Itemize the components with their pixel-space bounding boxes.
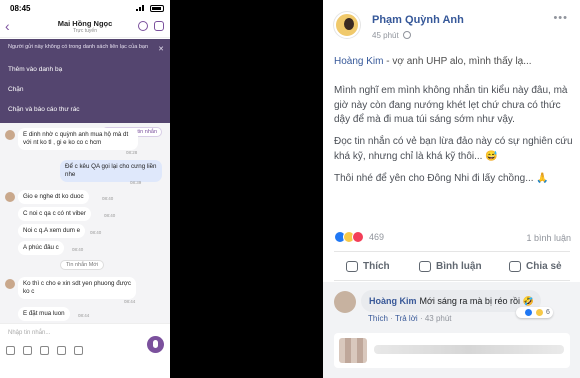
post-paragraph: Đọc tin nhắn có vẻ bạn lừa đảo này có sự… xyxy=(334,136,573,162)
commenter-name[interactable]: Hoàng Kim xyxy=(369,296,417,306)
commenter-avatar[interactable] xyxy=(334,291,356,313)
status-bar: 08:45 xyxy=(0,0,170,16)
comment-meta: Thích · Trả lời · 43 phút xyxy=(368,314,452,323)
blurred-next-comment xyxy=(334,333,570,368)
thumbs-up-icon xyxy=(346,261,358,272)
blurred-avatar xyxy=(339,338,367,363)
composer-toolbar xyxy=(6,346,83,355)
like-button[interactable]: Thích xyxy=(346,261,390,272)
comment-time[interactable]: 43 phút xyxy=(425,314,452,323)
battery-icon xyxy=(150,5,164,12)
tag-line-text: - vợ anh UHP alo, mình thấy lạ... xyxy=(383,56,532,67)
comment-bubble: Hoàng Kim Mới sáng ra mà bị réo rồi 🤣 xyxy=(361,290,541,312)
block-option[interactable]: Chặn xyxy=(8,86,24,93)
close-icon[interactable]: ✕ xyxy=(158,45,164,53)
share-icon xyxy=(509,261,521,272)
reaction-count: 469 xyxy=(369,232,385,242)
video-call-icon[interactable] xyxy=(154,21,164,31)
blurred-text xyxy=(374,345,564,354)
love-reaction-icon xyxy=(352,231,364,243)
divider xyxy=(334,280,570,281)
new-messages-separator: Tin nhắn Mới xyxy=(60,260,105,270)
share-label: Chia sẻ xyxy=(526,261,562,272)
sticker-icon[interactable] xyxy=(6,346,15,355)
globe-icon xyxy=(403,31,411,39)
divider xyxy=(334,251,570,252)
message-time: 08:40 xyxy=(90,230,102,235)
post-paragraph: Mình nghĩ em mình không nhắn tin kiểu nà… xyxy=(334,85,568,125)
avatar xyxy=(5,279,15,289)
message-time: 08:40 xyxy=(102,196,114,201)
message-time: 08:44 xyxy=(124,299,136,304)
reaction-summary[interactable]: 469 xyxy=(334,231,384,243)
message-bubble[interactable]: C noi c qa c có nt viber xyxy=(18,207,91,221)
avatar xyxy=(5,192,15,202)
microphone-icon[interactable] xyxy=(147,336,164,353)
gallery-icon[interactable] xyxy=(40,346,49,355)
more-options-icon[interactable]: ••• xyxy=(553,12,568,24)
message-time: 08:40 xyxy=(104,213,116,218)
like-label: Thích xyxy=(363,261,390,272)
post-tag-line: Hoàng Kim - vợ anh UHP alo, mình thấy lạ… xyxy=(334,56,532,67)
facebook-post: Phạm Quỳnh Anh 45 phút ••• Hoàng Kim - v… xyxy=(323,0,580,378)
block-report-spam-option[interactable]: Chặn và báo cáo thư rác xyxy=(8,106,80,113)
tagged-name[interactable]: Hoàng Kim xyxy=(334,56,383,67)
gif-icon[interactable] xyxy=(74,346,83,355)
comment-count[interactable]: 1 bình luận xyxy=(526,233,571,243)
comments-section: Hoàng Kim Mới sáng ra mà bị réo rồi 🤣 6 T… xyxy=(323,282,580,378)
status-time: 08:45 xyxy=(10,4,31,13)
signal-icon xyxy=(136,5,144,11)
comment-text: Mới sáng ra mà bị réo rồi 🤣 xyxy=(419,296,534,306)
post-paragraph: Thôi nhé để yên cho Đông Nhi đi lấy chồn… xyxy=(334,173,549,184)
comment-button[interactable]: Bình luận xyxy=(419,261,482,272)
emoji-icon[interactable] xyxy=(23,346,32,355)
message-bubble[interactable]: Ko thì c cho e xin sdt yen phuong được k… xyxy=(18,277,136,299)
comment-label: Bình luận xyxy=(436,261,482,272)
message-input[interactable]: Nhập tin nhắn... xyxy=(8,330,50,336)
message-time: 08:44 xyxy=(78,313,90,318)
like-reaction-icon xyxy=(524,308,533,317)
comment-reply-link[interactable]: Trả lời xyxy=(395,314,418,323)
add-to-contacts-option[interactable]: Thêm vào danh bạ xyxy=(8,66,62,73)
post-time[interactable]: 45 phút xyxy=(372,31,399,40)
camera-icon[interactable] xyxy=(57,346,66,355)
screenshot-canvas: 08:45 ‹ Mai Hồng Ngọc Trực tuyến Người g… xyxy=(0,0,580,378)
share-button[interactable]: Chia sẻ xyxy=(509,261,562,272)
header-actions xyxy=(138,21,164,31)
message-bubble[interactable]: A phúc đâu c xyxy=(18,241,64,255)
message-bubble[interactable]: E đặt mua luon xyxy=(18,307,70,321)
message-bubble[interactable]: Noi c q.A xem dum e xyxy=(18,224,86,238)
viber-chat-screenshot: 08:45 ‹ Mai Hồng Ngọc Trực tuyến Người g… xyxy=(0,0,170,378)
avatar xyxy=(5,130,15,140)
message-bubble-outgoing[interactable]: Để c kêu QA gọi lại cho cưng liền nhe xyxy=(60,160,162,182)
chat-header: ‹ Mai Hồng Ngọc Trực tuyến xyxy=(0,16,170,38)
author-avatar[interactable] xyxy=(334,12,360,38)
message-composer: Nhập tin nhắn... xyxy=(0,323,170,378)
unknown-sender-banner: Người gửi này không có trong danh sách l… xyxy=(0,39,170,123)
message-time: 08:40 xyxy=(72,247,84,252)
message-bubble[interactable]: Gio e nghe dt ko duoc xyxy=(18,190,89,204)
post-author[interactable]: Phạm Quỳnh Anh xyxy=(372,14,464,26)
call-icon[interactable] xyxy=(138,21,148,31)
comment-reaction-count: 6 xyxy=(546,309,550,316)
comment-like-link[interactable]: Thích xyxy=(368,314,388,323)
comment-icon xyxy=(419,261,431,272)
comment-reactions[interactable]: 6 xyxy=(516,307,553,318)
message-list[interactable]: Bạn đã xem tin nhắn E dinh nhờ c quỳnh a… xyxy=(0,123,170,323)
message-time: 08:39 xyxy=(130,180,142,185)
message-time: 08:28 xyxy=(126,150,138,155)
spam-notice: Người gửi này không có trong danh sách l… xyxy=(8,44,149,50)
message-bubble[interactable]: E dinh nhờ c quỳnh anh mua hộ mà dt với … xyxy=(18,128,138,150)
haha-reaction-icon xyxy=(535,308,544,317)
